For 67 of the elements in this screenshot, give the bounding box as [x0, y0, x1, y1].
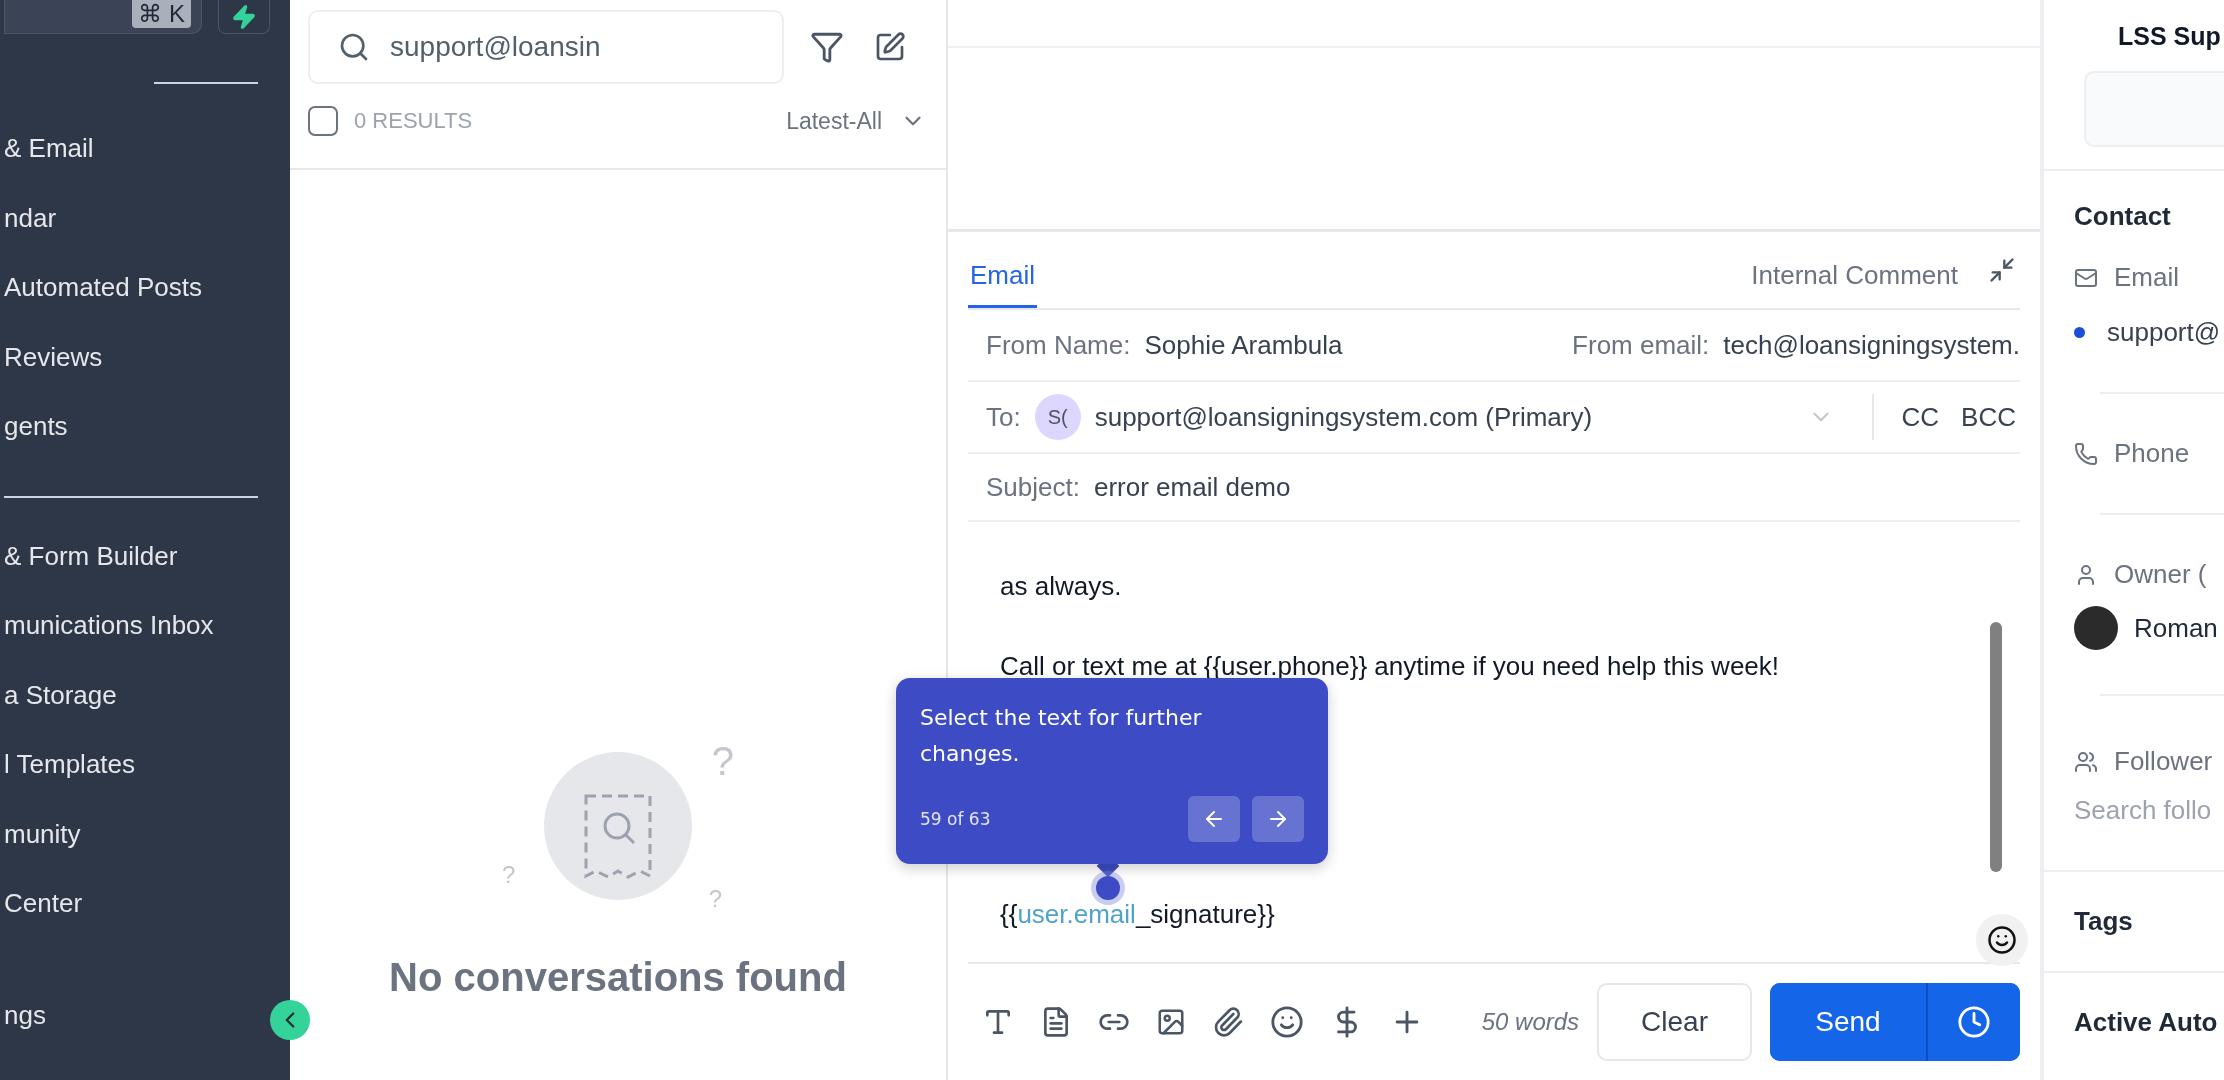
field-label: Follower: [2114, 746, 2213, 777]
field-label: From Name:: [986, 329, 1131, 361]
sidebar-item[interactable]: a Storage: [4, 660, 117, 730]
tooltip-text: Select the text for further changes.: [920, 704, 1203, 768]
section-title: Tags: [2074, 906, 2134, 937]
search-field[interactable]: support@loansin: [308, 10, 784, 84]
empty-state-title: No conversations found: [389, 955, 847, 1000]
scrollbar[interactable]: [1990, 622, 2002, 872]
section-title: Contact: [2074, 201, 2172, 232]
collapse-button[interactable]: [270, 1000, 310, 1040]
field-label: Subject:: [986, 471, 1080, 503]
sidebar-item[interactable]: Automated Posts: [4, 253, 202, 323]
sidebar-item[interactable]: Reviews: [4, 322, 103, 392]
sender-name: Sophie Arambula: [1144, 329, 1343, 361]
sidebar-item[interactable]: munity: [4, 799, 81, 869]
question-mark: ?: [708, 887, 722, 911]
body-paragraph: Call or text me at {{user.phone}} anytime if you need help this week!: [1000, 650, 1781, 683]
lightning-button[interactable]: [218, 0, 270, 34]
send-button[interactable]: Send: [1770, 983, 1928, 1061]
phone-icon: [2074, 441, 2098, 466]
tab[interactable]: Internal Comment: [1749, 232, 1960, 308]
field-label: To:: [986, 401, 1021, 433]
recipient-avatar: S(: [1034, 394, 1081, 440]
step-counter: 59 of 63: [920, 809, 991, 829]
sidebar-item[interactable]: gents: [4, 392, 68, 462]
shortcut-key: ⌘ K: [132, 0, 191, 28]
field-label: Phone: [2114, 438, 2190, 469]
smiley-icon: [1987, 925, 2017, 955]
field-label: Owner (: [2114, 559, 2207, 590]
sort-dropdown[interactable]: Latest-All: [786, 107, 926, 135]
subject-text: error email demo: [1093, 471, 1291, 503]
tab[interactable]: Email: [968, 232, 1037, 308]
sidebar-item[interactable]: Center: [4, 869, 83, 939]
recipient-email: support@loansigningsystem.com (Primary): [1094, 401, 1593, 433]
field-label: Email: [2114, 262, 2179, 293]
sidebar-item[interactable]: & Form Builder: [4, 521, 178, 591]
lightning-icon: [231, 3, 257, 30]
cc-link[interactable]: CC: [1897, 397, 1944, 437]
sidebar-item[interactable]: ngs: [4, 980, 46, 1050]
field-label: From email:: [1572, 329, 1710, 361]
question-mark: ?: [502, 863, 516, 887]
assistant-button[interactable]: [1976, 914, 2028, 966]
sidebar-item[interactable]: l Templates: [4, 730, 136, 800]
next-button[interactable]: [1252, 796, 1304, 842]
avatar-placeholder: [2074, 606, 2118, 650]
clock-icon: [1957, 1005, 1991, 1039]
sidebar-item[interactable]: munications Inbox: [4, 591, 214, 661]
question-mark: ?: [711, 741, 734, 781]
sidebar-item[interactable]: & Email: [4, 114, 94, 184]
section-title: Active Auto: [2074, 1007, 2219, 1038]
sidebar-item[interactable]: ndar: [4, 183, 57, 253]
results-count: 0 RESULTS: [354, 108, 473, 134]
body-paragraph: as always.: [1000, 570, 1123, 603]
previous-button[interactable]: [1188, 796, 1240, 842]
bcc-link[interactable]: BCC: [1957, 397, 2020, 437]
owner-name: Roman: [2134, 612, 2218, 644]
search-field[interactable]: ⌘ K: [4, 0, 202, 34]
search-icon: [338, 31, 370, 63]
sender-email: tech@loansigningsystem.: [1723, 329, 2020, 361]
clear-button[interactable]: Clear: [1597, 983, 1752, 1061]
contact-name: LSS Sup: [2117, 21, 2222, 51]
users-icon: [2074, 749, 2098, 774]
contact-email: support@: [2107, 317, 2221, 348]
signature-text: {{user.email_signature}}: [1000, 898, 1276, 931]
status-dot: [2074, 327, 2085, 338]
word-count: 50 words: [1481, 1008, 1580, 1036]
select-all-checkbox[interactable]: [308, 106, 338, 136]
